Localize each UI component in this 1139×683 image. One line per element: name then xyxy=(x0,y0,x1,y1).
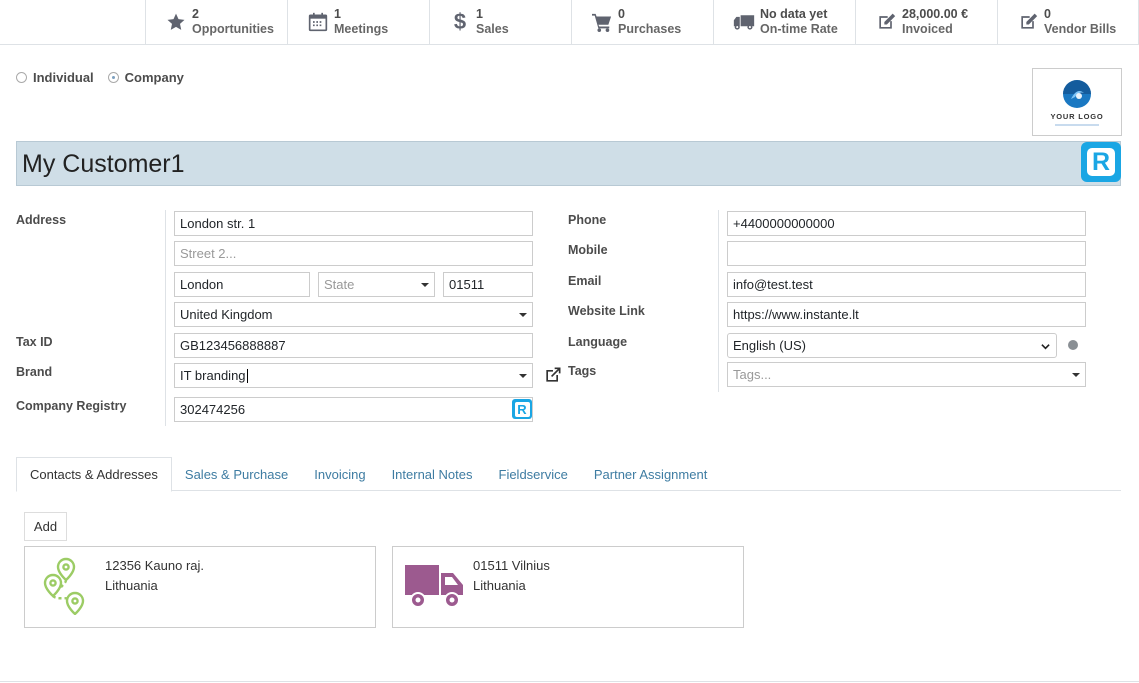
tags-label: Tags xyxy=(568,364,597,378)
stat-label: On-time Rate xyxy=(760,22,838,36)
left-column-separator xyxy=(165,210,166,426)
tab-partner-assignment[interactable]: Partner Assignment xyxy=(581,457,720,491)
tab-sales-purchase[interactable]: Sales & Purchase xyxy=(172,457,301,491)
stat-value: 1 xyxy=(476,7,483,21)
tab-invoicing[interactable]: Invoicing xyxy=(301,457,378,491)
chevron-down-icon xyxy=(519,374,527,378)
registry-lookup-icon[interactable]: R xyxy=(1081,142,1121,182)
company-registry-label: Company Registry xyxy=(16,399,127,413)
card-country-line: Lithuania xyxy=(473,578,526,593)
phone-label: Phone xyxy=(568,213,607,227)
phone-field[interactable]: +4400000000000 xyxy=(727,211,1086,236)
tax-id-field[interactable]: GB123456888887 xyxy=(174,333,533,358)
tab-fieldservice[interactable]: Fieldservice xyxy=(486,457,581,491)
stat-value: 28,000.00 € xyxy=(902,7,969,21)
tab-contacts-addresses[interactable]: Contacts & Addresses xyxy=(16,457,172,492)
stat-value: 1 xyxy=(334,7,341,21)
star-icon xyxy=(162,10,190,34)
country-select[interactable]: United Kingdom xyxy=(174,302,533,327)
brand-select[interactable]: IT branding xyxy=(174,363,533,388)
email-field[interactable]: info@test.test xyxy=(727,272,1086,297)
stat-label: Meetings xyxy=(334,22,389,36)
truck-icon xyxy=(405,555,465,615)
stat-label: Opportunities xyxy=(192,22,274,36)
chevron-down-icon xyxy=(519,313,527,317)
tax-id-label: Tax ID xyxy=(16,335,53,349)
cart-icon xyxy=(588,10,616,34)
email-label: Email xyxy=(568,274,602,288)
tab-internal-notes[interactable]: Internal Notes xyxy=(379,457,486,491)
state-select[interactable]: State xyxy=(318,272,435,297)
language-select[interactable]: English (US) xyxy=(727,333,1057,358)
contact-card[interactable]: 01511 Vilnius Lithuania xyxy=(392,546,744,628)
logo-mark-icon xyxy=(1063,79,1091,108)
website-label: Website Link xyxy=(568,304,645,318)
stat-label: Purchases xyxy=(618,22,682,36)
card-country-line: Lithuania xyxy=(105,578,158,593)
registry-lookup-icon[interactable]: R xyxy=(512,399,532,419)
stat-value: 2 xyxy=(192,7,199,21)
map-route-icon xyxy=(37,555,97,616)
add-contact-button[interactable]: Add xyxy=(24,512,67,541)
radio-company[interactable]: Company xyxy=(107,70,184,85)
logo-underline xyxy=(1055,123,1099,126)
notebook-tabs: Contacts & Addresses Sales & Purchase In… xyxy=(16,457,1121,492)
vendor-bills-button[interactable]: 0 Vendor Bills xyxy=(997,0,1139,44)
contact-card[interactable]: 12356 Kauno raj. Lithuania xyxy=(24,546,376,628)
city-field[interactable]: London xyxy=(174,272,310,297)
address-label: Address xyxy=(16,213,67,227)
chevron-down-icon xyxy=(1041,344,1050,350)
partner-name-field[interactable]: My Customer1 R xyxy=(16,141,1121,186)
company-type-radios: Individual Company xyxy=(16,70,184,85)
logo-text: YOUR LOGO xyxy=(1050,111,1104,121)
mobile-label: Mobile xyxy=(568,243,608,257)
radio-company-label: Company xyxy=(124,70,184,85)
stat-value: No data yet xyxy=(760,7,828,21)
radio-circle[interactable] xyxy=(16,72,27,83)
radio-circle[interactable] xyxy=(107,72,119,83)
stat-label: Vendor Bills xyxy=(1044,22,1117,36)
stat-label: Invoiced xyxy=(902,22,953,36)
edit-icon xyxy=(1014,10,1042,34)
truck-icon xyxy=(730,10,758,34)
invoiced-button[interactable]: 28,000.00 € Invoiced xyxy=(855,0,997,44)
radio-individual-label: Individual xyxy=(33,70,94,85)
company-logo[interactable]: YOUR LOGO xyxy=(1032,68,1122,136)
opportunities-button[interactable]: 2 Opportunities xyxy=(145,0,287,44)
brand-label: Brand xyxy=(16,365,53,379)
calendar-icon xyxy=(304,10,332,34)
language-label: Language xyxy=(568,335,628,349)
chevron-down-icon xyxy=(1072,373,1080,377)
right-column-separator xyxy=(718,210,719,392)
partner-name: My Customer1 xyxy=(22,150,185,178)
website-field[interactable]: https://www.instante.lt xyxy=(727,302,1086,327)
on-time-rate-button[interactable]: No data yet On-time Rate xyxy=(713,0,855,44)
chevron-down-icon xyxy=(421,283,429,287)
street-field[interactable]: London str. 1 xyxy=(174,211,533,236)
edit-icon xyxy=(872,10,900,34)
external-link-icon[interactable] xyxy=(543,365,563,385)
company-registry-field[interactable]: 302474256 R xyxy=(174,397,533,422)
radio-individual[interactable]: Individual xyxy=(16,70,94,85)
card-address-line: 01511 Vilnius xyxy=(473,558,550,573)
dollar-icon: $ xyxy=(453,9,467,34)
smart-button-bar: 2 Opportunities 1 Meetings $ 1 Sales 0 P… xyxy=(0,0,1139,45)
stat-label: Sales xyxy=(476,22,509,36)
purchases-button[interactable]: 0 Purchases xyxy=(571,0,713,44)
meetings-button[interactable]: 1 Meetings xyxy=(287,0,429,44)
sheet-bottom-border xyxy=(0,681,1139,682)
stat-value: 0 xyxy=(1044,7,1051,21)
zip-field[interactable]: 01511 xyxy=(443,272,533,297)
mobile-field[interactable] xyxy=(727,241,1086,266)
street2-field[interactable]: Street 2... xyxy=(174,241,533,266)
sales-button[interactable]: $ 1 Sales xyxy=(429,0,571,44)
tags-select[interactable]: Tags... xyxy=(727,362,1086,387)
globe-icon[interactable] xyxy=(1068,340,1078,350)
stat-value: 0 xyxy=(618,7,625,21)
card-address-line: 12356 Kauno raj. xyxy=(105,558,205,573)
